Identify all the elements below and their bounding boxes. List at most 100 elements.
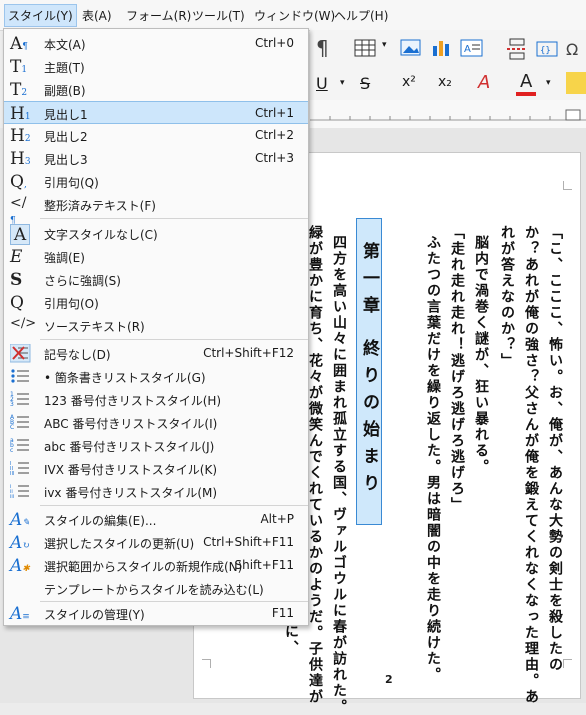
underline-dropdown-icon[interactable]: ▾ [340,78,345,88]
menu-item-numbered-list[interactable]: 123 123 番号付きリストスタイル(H) [4,388,308,411]
page-corner-mark [202,659,211,668]
menu-item-heading3[interactable]: H3 見出し3 Ctrl+3 [4,147,308,170]
subtitle-icon: T2 [10,80,28,100]
menu-item-roman-lower-list[interactable]: i ii iii ivx 番号付きリストスタイル(M) [4,480,308,503]
menu-separator [40,339,308,340]
heading2-icon: H2 [10,126,31,146]
menu-bar: スタイル(Y) 表(A) フォーム(R) ツール(T) ウィンドウ(W) ヘルプ… [0,0,586,31]
menu-item-subtitle[interactable]: T2 副題(B) [4,78,308,101]
text-column: 四方を高い山々に囲まれ孤立する国、ヴァルゴウルに春が訪れた。 [331,235,347,715]
menu-item-no-list[interactable]: 記号なし(D) Ctrl+Shift+F12 [4,342,308,365]
subscript-icon[interactable]: x₂ [438,74,452,90]
menu-item-emphasis[interactable]: E 強調(E) [4,245,308,268]
menu-item-bullet-list[interactable]: • 箇条書きリストスタイル(G) [4,365,308,388]
roman-upper-list-icon: IIIIII [10,461,29,477]
chapter-heading[interactable]: 第一章 終りの始まり [356,218,382,525]
svg-text:A: A [464,44,471,55]
toolbar: ¶ ▾ A {} Ω U ▾ S x² x₂ A A ▾ [310,30,586,100]
ruler [310,100,586,129]
svg-text:C: C [10,424,14,431]
insert-field-icon[interactable]: {} [536,38,558,60]
alpha-lower-list-icon: abc [10,437,29,454]
insert-image-icon[interactable] [400,38,422,58]
superscript-icon[interactable]: x² [402,74,416,90]
insert-textbox-icon[interactable]: A [460,38,484,58]
menu-item-new-style[interactable]: A✱ 選択範囲からスタイルの新規作成(N) Shift+F11 [4,554,308,577]
font-color-dropdown-icon[interactable]: ▾ [546,78,551,88]
menu-item-alpha-upper-list[interactable]: ABC ABC 番号付きリストスタイル(I) [4,411,308,434]
manage-styles-icon: A≡ [10,604,30,624]
menu-item-quotation[interactable]: Q, 引用句(Q) [4,170,308,193]
no-list-icon [10,344,31,363]
clear-formatting-icon[interactable]: A [478,72,490,93]
emphasis-icon: E [10,247,23,267]
numbered-list-icon: 123 [10,391,29,408]
heading3-icon: H3 [10,149,31,169]
body-text-icon: A¶ [10,34,29,54]
menu-item-no-char-style[interactable]: A 文字スタイルなし(C) [4,222,308,245]
text-column: に、 [283,624,299,656]
menu-help[interactable]: ヘルプ(H) [334,7,388,24]
text-column: か？あれが俺の強さ？父さんが俺を鍛えてくれなくなった理由。あ [523,225,539,705]
menu-item-heading2[interactable]: H2 見出し2 Ctrl+2 [4,124,308,147]
svg-text:iii: iii [10,494,14,500]
formatting-marks-icon[interactable]: ¶ [316,36,329,60]
menu-separator [40,218,308,219]
menu-item-load-styles[interactable]: テンプレートからスタイルを読み込む(L) [4,577,308,600]
menu-tools[interactable]: ツール(T) [192,7,245,24]
text-column: ふたつの言葉だけを繰り返した。男は暗闇の中を走り続けた。 [425,235,441,683]
source-text-icon: </> [10,316,37,331]
menu-styles[interactable]: スタイル(Y) [4,4,77,27]
menu-separator [40,505,308,506]
menu-item-quote[interactable]: Q 引用句(O) [4,291,308,314]
highlight-color-icon[interactable] [566,72,586,94]
menu-item-preformatted[interactable]: </¶ 整形済みテキスト(F) [4,193,308,226]
special-character-icon[interactable]: Ω [566,40,578,59]
menu-item-source-text[interactable]: </> ソーステキスト(R) [4,314,308,337]
page-corner-mark [563,659,572,668]
bullet-list-icon [11,369,29,383]
underline-icon[interactable]: U [316,74,328,93]
strong-emphasis-icon: S [10,270,23,290]
menu-item-manage-styles[interactable]: A≡ スタイルの管理(Y) F11 [4,602,308,625]
insert-page-break-icon[interactable] [506,38,528,60]
menu-item-strong-emphasis[interactable]: S さらに強調(S) [4,268,308,291]
font-color-bar [516,92,536,96]
svg-text:{}: {} [540,46,551,56]
strikethrough-icon[interactable]: S [360,74,370,93]
no-char-style-icon: A [10,224,30,245]
roman-lower-list-icon: iiiiii [10,484,29,500]
menu-form[interactable]: フォーム(R) [126,7,191,24]
quote-icon: Q [10,293,24,313]
menu-item-heading1[interactable]: H1 見出し1 Ctrl+1 [4,101,308,124]
preformatted-icon: </¶ [10,195,27,226]
svg-text:3: 3 [10,401,14,408]
styles-menu: A¶ 本文(A) Ctrl+0 T1 主題(T) T2 副題(B) H1 見出し… [3,28,309,626]
svg-text:c: c [10,447,13,454]
font-color-icon[interactable]: A [520,71,532,92]
update-style-icon: A↻ [10,533,30,553]
text-column: 「こ、こここ、怖い。お、俺が、あんな大勢の剣士を殺したの [547,225,563,673]
menu-item-update-style[interactable]: A↻ 選択したスタイルの更新(U) Ctrl+Shift+F11 [4,531,308,554]
insert-chart-icon[interactable] [430,38,452,58]
menu-item-title[interactable]: T1 主題(T) [4,55,308,78]
menu-table[interactable]: 表(A) [82,7,112,24]
alpha-upper-list-icon: ABC [10,414,29,431]
menu-item-edit-style[interactable]: A✎ スタイルの編集(E)... Alt+P [4,508,308,531]
svg-text:III: III [10,471,14,477]
quotation-icon: Q, [10,172,27,192]
table-dropdown-icon[interactable]: ▾ [382,40,387,50]
load-styles-icon [10,579,32,598]
text-column: 「走れ走れ走れ！逃げろ逃げろ逃げろ」 [449,225,465,513]
title-icon: T1 [10,57,28,77]
page-number: 2 [385,673,393,686]
menu-item-alpha-lower-list[interactable]: abc abc 番号付きリストスタイル(J) [4,434,308,457]
new-style-icon: A✱ [10,556,30,576]
edit-style-icon: A✎ [10,510,30,530]
menu-item-body-text[interactable]: A¶ 本文(A) Ctrl+0 [4,32,308,55]
page-corner-mark [563,181,572,190]
insert-table-icon[interactable] [354,38,378,58]
menu-window[interactable]: ウィンドウ(W) [254,7,335,24]
text-column: 脳内で渦巻く謎が、狂い暴れる。 [473,235,489,475]
menu-item-roman-upper-list[interactable]: I II III IVX 番号付きリストスタイル(K) [4,457,308,480]
